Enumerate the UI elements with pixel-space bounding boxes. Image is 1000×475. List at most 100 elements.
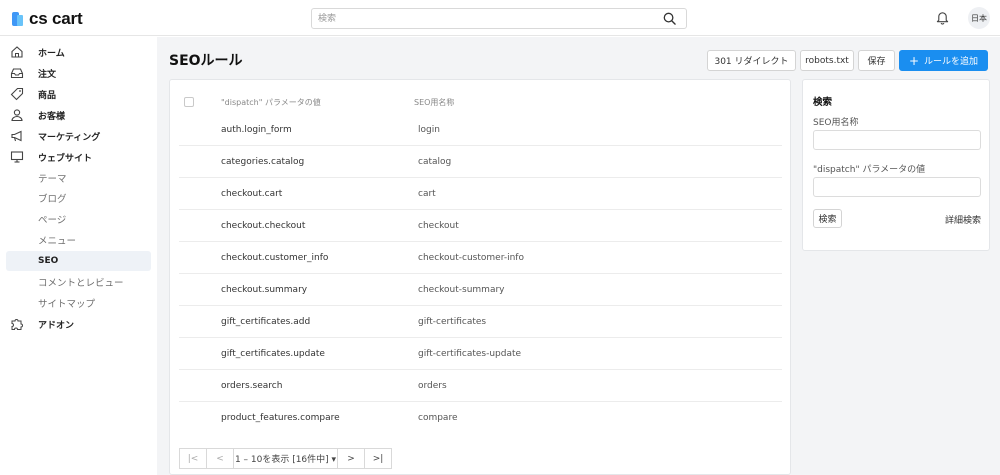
- column-header-dispatch[interactable]: "dispatch" パラメータの値: [221, 97, 321, 108]
- top-bar: cs cart 日本: [0, 0, 1000, 36]
- cell-dispatch[interactable]: categories.catalog: [221, 157, 304, 167]
- seo-name-label: SEO用名称: [813, 118, 859, 128]
- seo-name-input[interactable]: [814, 131, 980, 149]
- cell-dispatch[interactable]: gift_certificates.update: [221, 349, 325, 359]
- bell-icon[interactable]: [936, 10, 949, 25]
- dispatch-label: "dispatch" パラメータの値: [813, 165, 926, 175]
- add-rule-label: ルールを追加: [924, 57, 979, 67]
- logo[interactable]: cs cart: [12, 9, 83, 29]
- sidebar-subitem-sitemap[interactable]: サイトマップ: [6, 293, 151, 313]
- table-row[interactable]: checkout.customer_info checkout-customer-…: [179, 242, 782, 274]
- sidebar-subitem-label: テーマ: [38, 174, 67, 185]
- advanced-search-link[interactable]: 詳細検索: [945, 213, 981, 226]
- column-header-seo-name[interactable]: SEO用名称: [414, 97, 454, 108]
- table-row[interactable]: product_features.compare compare: [179, 402, 782, 434]
- logo-text: cs cart: [29, 9, 83, 28]
- cell-seo-name: checkout: [418, 221, 459, 231]
- sidebar-item-orders[interactable]: 注文: [0, 63, 157, 84]
- cell-dispatch[interactable]: auth.login_form: [221, 125, 292, 135]
- select-all-checkbox[interactable]: [184, 97, 194, 107]
- logo-mark-icon: [12, 12, 23, 26]
- sidebar-item-home[interactable]: ホーム: [0, 42, 157, 63]
- cell-seo-name: catalog: [418, 157, 452, 167]
- cell-seo-name: gift-certificates-update: [418, 349, 522, 359]
- sidebar-subitem-blog[interactable]: ブログ: [6, 188, 151, 208]
- inbox-icon: [10, 68, 24, 79]
- sidebar-item-website[interactable]: ウェブサイト: [0, 147, 157, 168]
- sidebar-item-label: 商品: [38, 91, 57, 101]
- table-row[interactable]: orders.search orders: [179, 370, 782, 402]
- sidebar-subitem-label: サイトマップ: [38, 299, 96, 310]
- cell-seo-name: checkout-summary: [418, 285, 505, 295]
- cell-seo-name: gift-certificates: [418, 317, 487, 327]
- table-row[interactable]: auth.login_form login: [179, 114, 782, 146]
- sidebar-item-label: お客様: [38, 112, 66, 122]
- cell-dispatch[interactable]: checkout.summary: [221, 285, 307, 295]
- search-icon[interactable]: [663, 12, 676, 25]
- seo-name-field[interactable]: [813, 130, 981, 150]
- sidebar-item-marketing[interactable]: マーケティング: [0, 126, 157, 147]
- sidebar-item-label: マーケティング: [38, 133, 101, 143]
- search-panel-title: 検索: [813, 97, 833, 108]
- page-title: SEOルール: [169, 53, 243, 69]
- sidebar-subitem-comments[interactable]: コメントとレビュー: [6, 272, 151, 292]
- sidebar-subitem-seo[interactable]: SEO: [6, 251, 151, 271]
- page-range-dropdown[interactable]: 1 – 10を表示 [16件中] ▾: [233, 448, 338, 469]
- table-row[interactable]: categories.catalog catalog: [179, 146, 782, 178]
- megaphone-icon: [11, 130, 22, 142]
- sidebar: ホーム 注文 商品 お客様 マーケティング ウェブサイト テーマ ブログ ページ…: [0, 37, 157, 475]
- sidebar-item-label: ウェブサイト: [38, 154, 93, 164]
- search-input[interactable]: [312, 9, 652, 28]
- dispatch-field[interactable]: [813, 177, 981, 197]
- global-search: [311, 8, 687, 29]
- next-page-button[interactable]: >: [337, 448, 365, 469]
- last-page-button[interactable]: >|: [364, 448, 392, 469]
- table-row[interactable]: checkout.checkout checkout: [179, 210, 782, 242]
- cell-seo-name: checkout-customer-info: [418, 253, 524, 263]
- redirect-301-button[interactable]: 301 リダイレクト: [707, 50, 796, 71]
- home-icon: [11, 46, 23, 58]
- table-row[interactable]: gift_certificates.update gift-certificate…: [179, 338, 782, 370]
- add-rule-button[interactable]: + ルールを追加: [899, 50, 988, 71]
- sidebar-subitem-label: SEO: [38, 256, 59, 266]
- dispatch-input[interactable]: [814, 178, 980, 196]
- sidebar-item-label: 注文: [38, 70, 57, 80]
- sidebar-item-products[interactable]: 商品: [0, 84, 157, 105]
- sidebar-item-label: ホーム: [38, 49, 65, 59]
- sidebar-subitem-label: コメントとレビュー: [38, 278, 124, 289]
- sidebar-subitem-themes[interactable]: テーマ: [6, 168, 151, 188]
- first-page-button[interactable]: |<: [179, 448, 207, 469]
- sidebar-subitem-label: メニュー: [38, 236, 77, 247]
- sidebar-subitem-label: ページ: [38, 215, 67, 226]
- sidebar-item-addons[interactable]: アドオン: [0, 314, 157, 335]
- sidebar-item-label: アドオン: [38, 321, 75, 331]
- seo-rules-table: "dispatch" パラメータの値 SEO用名称 auth.login_for…: [169, 79, 791, 475]
- cell-dispatch[interactable]: checkout.customer_info: [221, 253, 328, 263]
- prev-page-button[interactable]: <: [206, 448, 234, 469]
- plus-icon: +: [908, 53, 920, 68]
- cell-dispatch[interactable]: gift_certificates.add: [221, 317, 310, 327]
- cell-seo-name: login: [418, 125, 440, 135]
- cell-dispatch[interactable]: orders.search: [221, 381, 282, 391]
- pagination: |< < 1 – 10を表示 [16件中] ▾ > >|: [179, 448, 392, 469]
- robots-txt-button[interactable]: robots.txt: [800, 50, 854, 71]
- user-icon: [11, 109, 23, 122]
- main-content: SEOルール 301 リダイレクト robots.txt 保存 + ルールを追加…: [157, 37, 1000, 475]
- search-panel: 検索 SEO用名称 "dispatch" パラメータの値 検索 詳細検索: [802, 79, 990, 251]
- table-row[interactable]: gift_certificates.add gift-certificates: [179, 306, 782, 338]
- cell-seo-name: cart: [418, 189, 436, 199]
- save-button[interactable]: 保存: [858, 50, 895, 71]
- cell-dispatch[interactable]: checkout.cart: [221, 189, 282, 199]
- cell-seo-name: orders: [418, 381, 447, 391]
- cell-dispatch[interactable]: product_features.compare: [221, 413, 340, 423]
- sidebar-subitem-pages[interactable]: ページ: [6, 209, 151, 229]
- sidebar-item-customers[interactable]: お客様: [0, 105, 157, 126]
- search-button[interactable]: 検索: [813, 209, 842, 228]
- cell-dispatch[interactable]: checkout.checkout: [221, 221, 305, 231]
- language-switcher[interactable]: 日本: [968, 7, 990, 29]
- table-row[interactable]: checkout.cart cart: [179, 178, 782, 210]
- table-row[interactable]: checkout.summary checkout-summary: [179, 274, 782, 306]
- puzzle-icon: [11, 319, 23, 330]
- sidebar-subitem-menus[interactable]: メニュー: [6, 230, 151, 250]
- cell-seo-name: compare: [418, 413, 458, 423]
